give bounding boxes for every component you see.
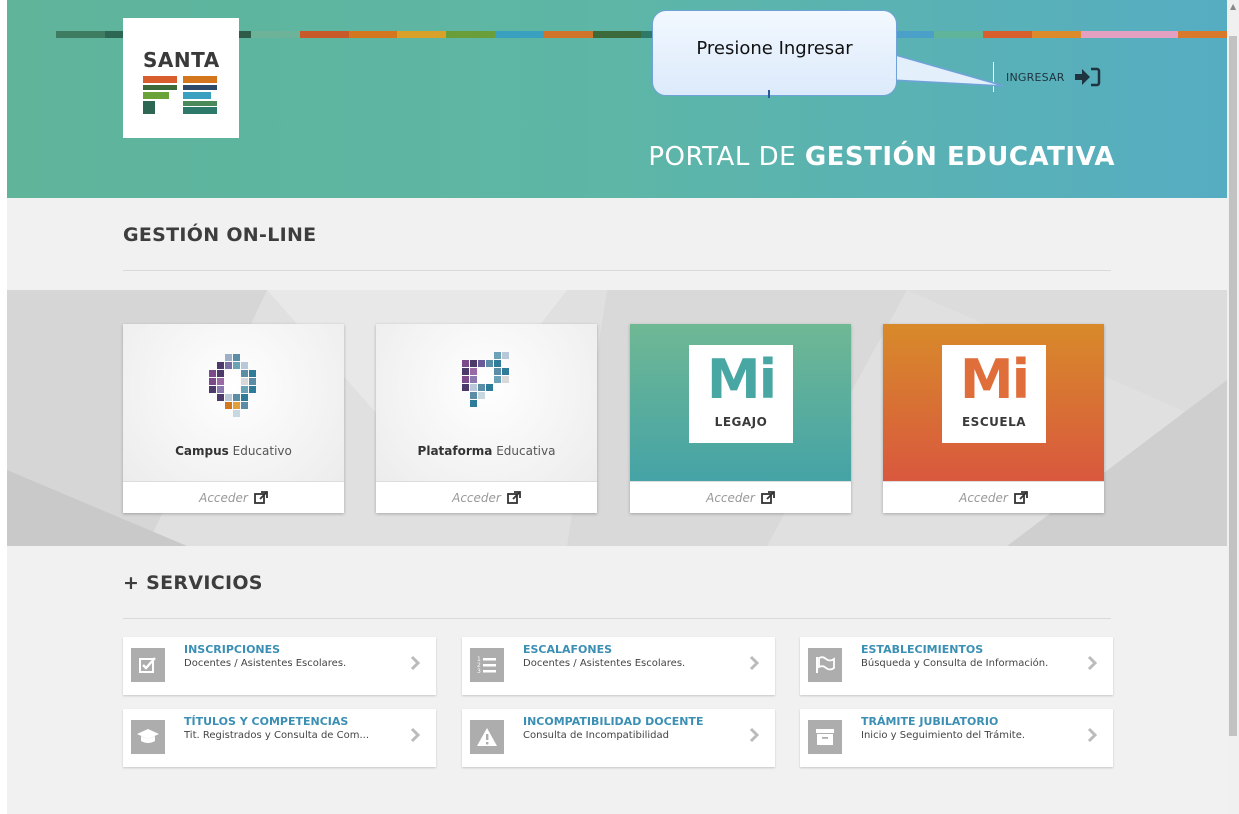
- service-tramite-jubilatorio[interactable]: TRÁMITE JUBILATORIO Inicio y Seguimiento…: [800, 709, 1113, 767]
- chevron-right-icon: [1087, 655, 1097, 671]
- mi-escuela-card[interactable]: Mi ESCUELA Acceder: [883, 324, 1104, 513]
- archive-icon: [808, 720, 842, 754]
- services-divider: [123, 618, 1111, 619]
- logo-fe-mark: FE: [143, 76, 217, 114]
- plataforma-educativa-card[interactable]: Plataforma Educativa Acceder: [376, 324, 597, 513]
- ingresar-label: INGRESAR: [1006, 70, 1065, 84]
- campus-educativo-card[interactable]: Campus Educativo Acceder: [123, 324, 344, 513]
- online-divider: [123, 270, 1111, 271]
- numbered-list-icon: 123: [470, 648, 504, 682]
- flag-icon: [808, 648, 842, 682]
- sign-in-icon: [1074, 67, 1100, 87]
- chevron-right-icon: [1087, 727, 1097, 743]
- external-link-icon: [506, 491, 521, 504]
- service-escalafones[interactable]: 123 ESCALAFONES Docentes / Asistentes Es…: [462, 637, 775, 695]
- plataforma-logo-icon: [462, 352, 509, 407]
- mi-escuela-acceder-link[interactable]: Acceder: [883, 481, 1104, 513]
- browser-viewport: SANTA FE INGRESAR PORTAL DE: [7, 0, 1227, 814]
- external-link-icon: [253, 491, 268, 504]
- checkbox-icon: [131, 648, 165, 682]
- campus-caption: Campus Educativo: [175, 444, 292, 458]
- campus-logo-icon: [209, 354, 256, 417]
- mi-legajo-card[interactable]: Mi LEGAJO Acceder: [630, 324, 851, 513]
- portal-title: PORTAL DE GESTIÓN EDUCATIVA: [648, 142, 1115, 172]
- scrollbar-thumb[interactable]: [1229, 36, 1237, 736]
- service-establecimientos[interactable]: ESTABLECIMIENTOS Búsqueda y Consulta de …: [800, 637, 1113, 695]
- callout-text: Presione Ingresar: [696, 38, 853, 59]
- chevron-right-icon: [410, 655, 420, 671]
- mi-legajo-logo: Mi LEGAJO: [689, 345, 793, 443]
- chevron-right-icon: [749, 727, 759, 743]
- plataforma-caption: Plataforma Educativa: [417, 444, 556, 458]
- chevron-right-icon: [749, 655, 759, 671]
- svg-text:3: 3: [477, 668, 481, 675]
- mi-legajo-acceder-link[interactable]: Acceder: [630, 481, 851, 513]
- mi-escuela-logo: Mi ESCUELA: [942, 345, 1046, 443]
- chevron-right-icon: [410, 727, 420, 743]
- vertical-scrollbar[interactable]: ▲: [1227, 0, 1239, 814]
- online-section-title: GESTIÓN ON-LINE: [123, 224, 317, 246]
- santa-fe-logo[interactable]: SANTA FE: [123, 18, 239, 138]
- service-incompatibilidad-docente[interactable]: INCOMPATIBILIDAD DOCENTE Consulta de Inc…: [462, 709, 775, 767]
- instruction-callout: Presione Ingresar: [652, 10, 1005, 98]
- graduation-cap-icon: [131, 720, 165, 754]
- external-link-icon: [760, 491, 775, 504]
- external-link-icon: [1013, 491, 1028, 504]
- logo-text-top: SANTA: [143, 48, 220, 72]
- page-header: SANTA FE INGRESAR PORTAL DE: [7, 0, 1227, 198]
- scroll-up-arrow-icon[interactable]: ▲: [1230, 2, 1236, 11]
- services-section-title: + SERVICIOS: [123, 572, 263, 594]
- plataforma-acceder-link[interactable]: Acceder: [376, 481, 597, 513]
- campus-acceder-link[interactable]: Acceder: [123, 481, 344, 513]
- service-inscripciones[interactable]: INSCRIPCIONES Docentes / Asistentes Esco…: [123, 637, 436, 695]
- warning-icon: [470, 720, 504, 754]
- service-titulos-competencias[interactable]: TÍTULOS Y COMPETENCIAS Tit. Registrados …: [123, 709, 436, 767]
